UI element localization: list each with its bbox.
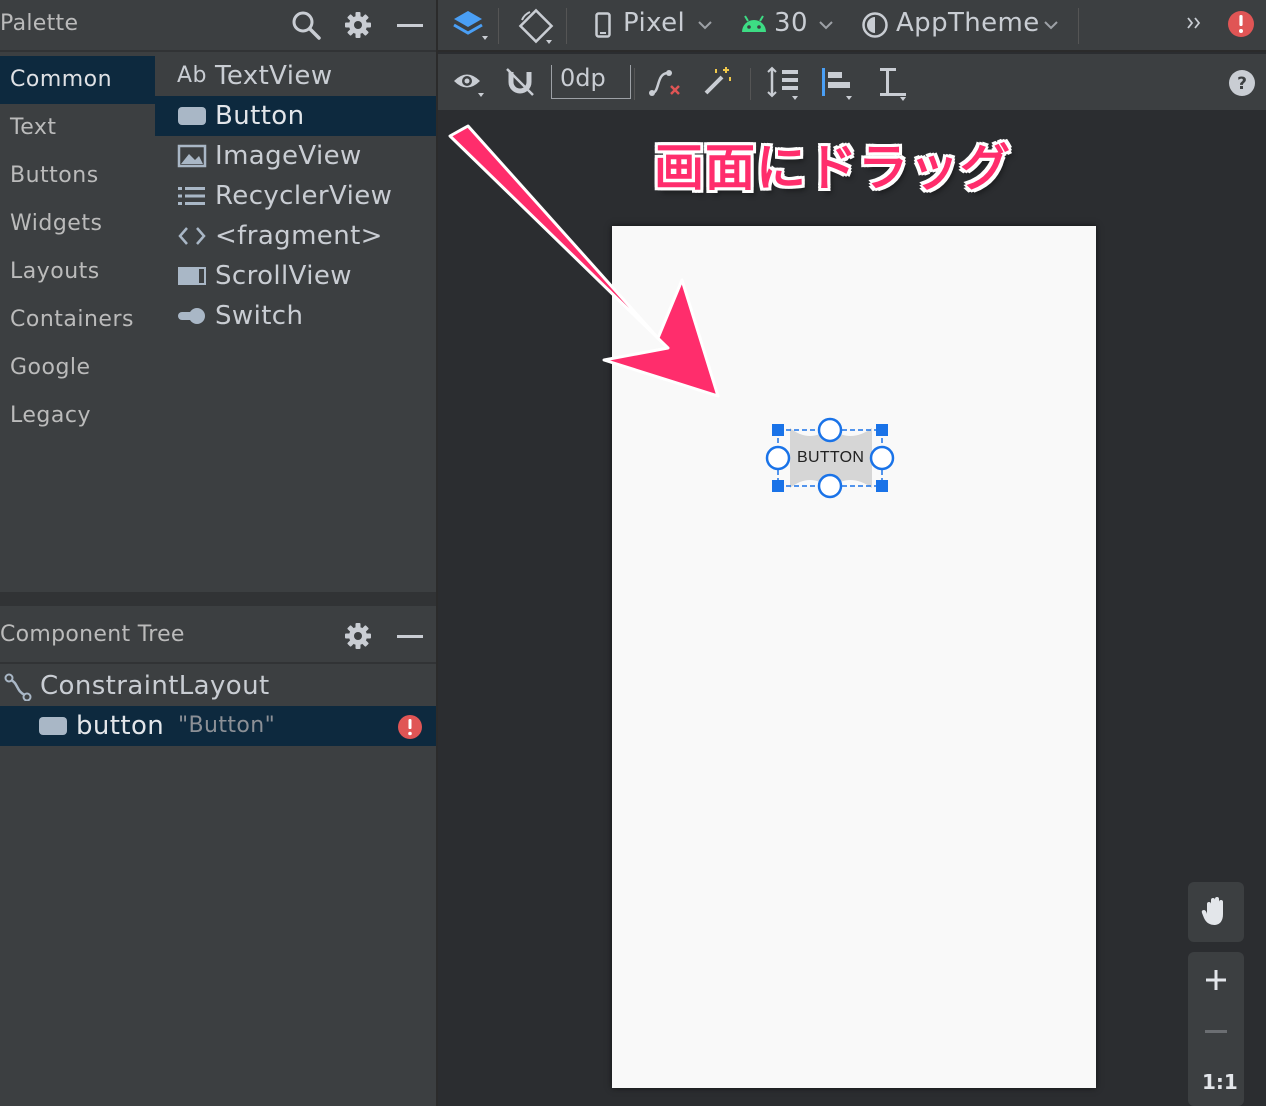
device-selector[interactable]: Pixel [623, 8, 685, 38]
category-buttons[interactable]: Buttons [0, 152, 155, 200]
category-text[interactable]: Text [0, 104, 155, 152]
magnet-off-icon[interactable] [504, 66, 536, 98]
annotation-text: 画面にドラッグ [654, 139, 1011, 197]
clear-constraints-icon[interactable] [648, 67, 682, 99]
pack-icon[interactable] [766, 66, 802, 102]
align-icon[interactable] [820, 66, 856, 102]
left-panel: Palette Common Text Buttons Widgets Layo… [0, 0, 436, 1106]
palette-item-label: <fragment> [215, 221, 383, 251]
constraint-layout-icon [4, 673, 32, 701]
eye-icon[interactable] [452, 68, 486, 98]
magic-wand-icon[interactable] [702, 65, 734, 97]
list-icon [177, 184, 207, 208]
button-widget-icon [38, 715, 68, 737]
gear-icon[interactable] [343, 621, 373, 651]
category-common[interactable]: Common [0, 56, 155, 104]
zoom-in-icon[interactable] [1205, 969, 1227, 991]
android-icon [740, 14, 768, 34]
palette-item-switch[interactable]: Switch [155, 296, 436, 336]
palette-title: Palette [0, 11, 79, 36]
palette-item-button[interactable]: Button [155, 96, 436, 136]
search-icon[interactable] [290, 9, 322, 41]
pan-button[interactable] [1188, 882, 1244, 942]
palette-items: Ab TextView Button ImageView RecyclerVie… [155, 54, 436, 592]
api-level-selector[interactable]: 30 [774, 8, 808, 38]
overflow-chevron-icon[interactable] [1186, 16, 1202, 30]
minimize-icon[interactable] [397, 24, 423, 27]
palette-item-scrollview[interactable]: ScrollView [155, 256, 436, 296]
error-icon[interactable] [1227, 10, 1255, 38]
palette-header: Palette [0, 0, 436, 52]
component-tree-title: Component Tree [0, 622, 185, 647]
tree-root-label: ConstraintLayout [40, 671, 270, 701]
component-tree-header: Component Tree [0, 606, 436, 664]
code-brackets-icon [177, 224, 207, 248]
default-margin-value: 0dp [560, 64, 606, 92]
gear-icon[interactable] [343, 10, 373, 40]
chevron-down-icon[interactable] [818, 20, 834, 32]
guidelines-icon[interactable] [876, 66, 912, 102]
svg-text:?: ? [1237, 74, 1247, 94]
palette-item-label: Button [215, 101, 305, 131]
theme-icon [861, 11, 889, 39]
orientation-icon[interactable] [516, 6, 556, 46]
switch-icon [177, 304, 207, 328]
palette-item-recyclerview[interactable]: RecyclerView [155, 176, 436, 216]
tree-row-button[interactable]: button "Button" [0, 706, 436, 746]
minimize-icon[interactable] [397, 635, 423, 638]
help-icon[interactable]: ? [1228, 69, 1256, 97]
hand-icon [1201, 896, 1231, 928]
tree-child-text: "Button" [178, 713, 276, 738]
theme-selector[interactable]: AppTheme [896, 8, 1040, 38]
layers-icon[interactable] [450, 8, 490, 44]
textview-icon: Ab [177, 63, 207, 88]
scrollview-icon [177, 264, 207, 288]
palette-item-textview[interactable]: Ab TextView [155, 56, 436, 96]
image-icon [177, 144, 207, 168]
category-containers[interactable]: Containers [0, 296, 155, 344]
category-google[interactable]: Google [0, 344, 155, 392]
phone-icon[interactable] [595, 12, 611, 38]
palette-item-label: Switch [215, 301, 304, 331]
category-legacy[interactable]: Legacy [0, 392, 155, 440]
palette-categories: Common Text Buttons Widgets Layouts Cont… [0, 54, 155, 592]
zoom-reset-button[interactable]: 1:1 [1202, 1070, 1238, 1094]
palette-item-label: ScrollView [215, 261, 352, 291]
error-icon[interactable] [397, 714, 423, 740]
placed-button-label: BUTTON [797, 449, 865, 466]
palette-item-label: TextView [215, 61, 333, 91]
palette-item-fragment[interactable]: <fragment> [155, 216, 436, 256]
category-layouts[interactable]: Layouts [0, 248, 155, 296]
palette-item-label: ImageView [215, 141, 362, 171]
zoom-out-icon[interactable] [1205, 1030, 1227, 1033]
design-toolbar: Pixel 30 AppTheme [438, 0, 1266, 52]
chevron-down-icon[interactable] [697, 20, 713, 32]
category-widgets[interactable]: Widgets [0, 200, 155, 248]
palette-item-imageview[interactable]: ImageView [155, 136, 436, 176]
tree-child-id: button [76, 711, 165, 741]
layout-toolbar: 0dp ? [438, 54, 1266, 110]
button-widget-icon [177, 104, 207, 128]
panel-splitter[interactable] [0, 592, 436, 606]
tree-row-constraintlayout[interactable]: ConstraintLayout [0, 666, 436, 706]
palette-item-label: RecyclerView [215, 181, 393, 211]
zoom-controls: 1:1 [1188, 952, 1244, 1106]
chevron-down-icon[interactable] [1043, 20, 1059, 32]
